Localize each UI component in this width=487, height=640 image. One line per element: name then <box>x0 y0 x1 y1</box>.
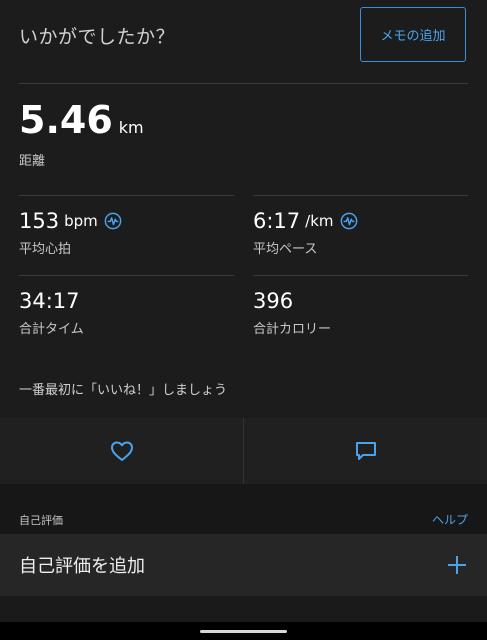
heart-rate-label: 平均心拍 <box>19 242 72 257</box>
plus-icon[interactable] <box>446 554 468 576</box>
heart-rate-value-row: 153 bpm <box>19 209 122 233</box>
bottom-spacer <box>0 596 487 622</box>
divider <box>19 275 234 276</box>
self-eval-section-header <box>0 484 487 534</box>
heart-icon <box>110 441 133 461</box>
social-action-row <box>0 418 487 484</box>
home-gesture-handle[interactable] <box>200 630 287 633</box>
total-calories-label: 合計カロリー <box>253 322 332 337</box>
divider <box>253 275 468 276</box>
total-time-label: 合計タイム <box>19 322 84 337</box>
like-button[interactable] <box>0 418 243 484</box>
add-memo-button[interactable]: メモの追加 <box>360 7 466 62</box>
divider <box>19 195 234 196</box>
pulse-info-icon[interactable] <box>340 212 358 230</box>
heart-rate-value: 153 <box>19 209 60 233</box>
total-time-value: 34:17 <box>19 289 80 313</box>
distance-label: 距離 <box>19 154 46 169</box>
distance-unit: km <box>118 118 144 137</box>
add-self-eval-label: 自己評価を追加 <box>19 556 145 577</box>
comment-button[interactable] <box>244 418 487 484</box>
self-eval-section-label: 自己評価 <box>19 514 63 527</box>
pulse-info-icon[interactable] <box>104 212 122 230</box>
total-calories-value: 396 <box>253 289 294 313</box>
distance-value-row: 5.46 km <box>19 98 144 142</box>
divider <box>253 195 468 196</box>
page-question: いかがでしたか？ <box>19 26 176 48</box>
comment-icon <box>355 442 376 460</box>
distance-value: 5.46 <box>19 98 113 142</box>
help-link[interactable]: ヘルプ <box>432 511 468 528</box>
pace-value: 6:17 <box>253 209 301 233</box>
divider <box>19 83 468 84</box>
pace-value-row: 6:17/km <box>253 209 358 233</box>
heart-rate-unit: bpm <box>64 212 98 230</box>
pace-unit: /km <box>305 212 334 230</box>
like-prompt: 一番最初に「いいね！」しましょう <box>19 383 228 398</box>
pace-label: 平均ペース <box>253 242 318 257</box>
add-self-eval-row[interactable]: 自己評価を追加 <box>0 534 487 596</box>
